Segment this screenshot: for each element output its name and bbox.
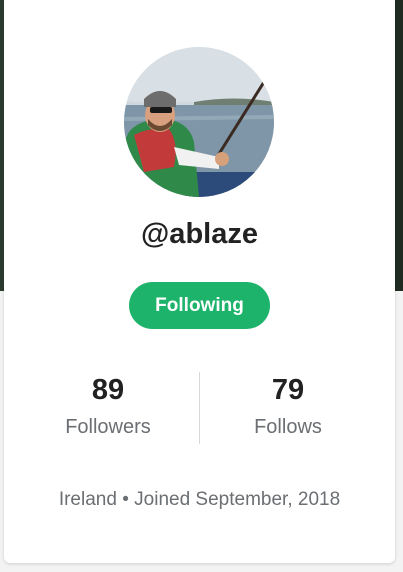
joined-date: Joined September, 2018: [134, 489, 341, 510]
followers-label: Followers: [65, 416, 151, 438]
profile-meta: Ireland • Joined September, 2018: [4, 489, 395, 511]
location-text: Ireland: [58, 489, 117, 510]
follows-count: 79: [271, 374, 305, 406]
profile-card: @ablaze Following 89 Followers 79 Follow…: [4, 0, 395, 563]
avatar[interactable]: [124, 47, 274, 197]
avatar-photo: [124, 47, 274, 197]
followers-stat[interactable]: 89 Followers: [18, 372, 198, 452]
followers-count: 89: [91, 374, 125, 406]
follows-label: Follows: [254, 416, 322, 438]
username: @ablaze: [141, 218, 258, 250]
following-button[interactable]: Following: [129, 282, 270, 329]
meta-separator: •: [122, 489, 129, 510]
follows-stat[interactable]: 79 Follows: [198, 372, 378, 452]
